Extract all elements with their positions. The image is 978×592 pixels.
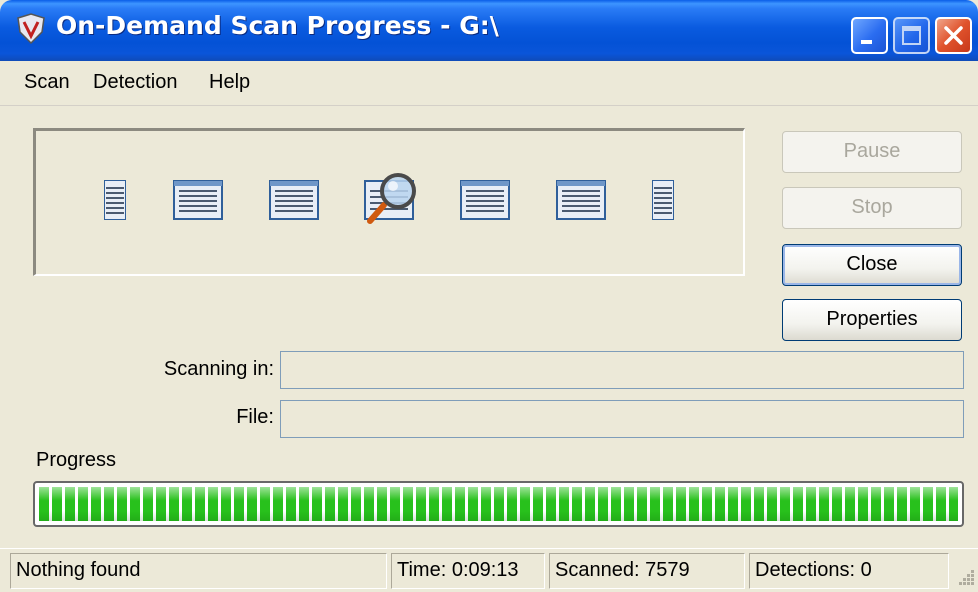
- scan-progress-window: On-Demand Scan Progress - G:\ Scan Detec…: [0, 0, 978, 592]
- menu-detection[interactable]: Detection: [93, 71, 178, 94]
- progress-label: Progress: [36, 449, 117, 471]
- maximize-icon: [902, 26, 921, 45]
- window-title: On-Demand Scan Progress - G:\: [56, 11, 499, 40]
- document-icon: [173, 180, 223, 220]
- minimize-icon: [861, 40, 872, 44]
- close-button[interactable]: Close: [782, 244, 962, 286]
- file-field: [280, 400, 964, 438]
- close-icon: [944, 26, 963, 45]
- status-time: Time: 0:09:13: [391, 553, 545, 589]
- progress-fill: [39, 487, 958, 521]
- file-label: File:: [236, 406, 274, 428]
- document-icon: [460, 180, 510, 220]
- status-bar: Nothing found Time: 0:09:13 Scanned: 757…: [0, 548, 978, 592]
- document-icon: [269, 180, 319, 220]
- document-icon: [104, 180, 126, 220]
- mcafee-shield-icon: [17, 13, 45, 45]
- stop-button[interactable]: Stop: [782, 187, 962, 229]
- status-scanned: Scanned: 7579: [549, 553, 745, 589]
- scan-animation-panel: [33, 128, 745, 276]
- title-bar[interactable]: On-Demand Scan Progress - G:\: [0, 0, 978, 61]
- maximize-button[interactable]: [893, 17, 930, 54]
- scanning-in-field: [280, 351, 964, 389]
- pause-button[interactable]: Pause: [782, 131, 962, 173]
- status-detections: Detections: 0: [749, 553, 949, 589]
- document-icon: [652, 180, 674, 220]
- minimize-button[interactable]: [851, 17, 888, 54]
- close-window-button[interactable]: [935, 17, 972, 54]
- menu-scan[interactable]: Scan: [24, 71, 70, 94]
- progress-bar: [33, 481, 964, 527]
- document-icon: [556, 180, 606, 220]
- magnifier-document-icon: [364, 173, 416, 224]
- menu-help[interactable]: Help: [209, 71, 250, 94]
- properties-button[interactable]: Properties: [782, 299, 962, 341]
- menu-bar: Scan Detection Help: [0, 61, 978, 106]
- scanning-in-label: Scanning in:: [163, 358, 274, 380]
- status-message: Nothing found: [10, 553, 387, 589]
- resize-grip-icon[interactable]: [955, 566, 975, 586]
